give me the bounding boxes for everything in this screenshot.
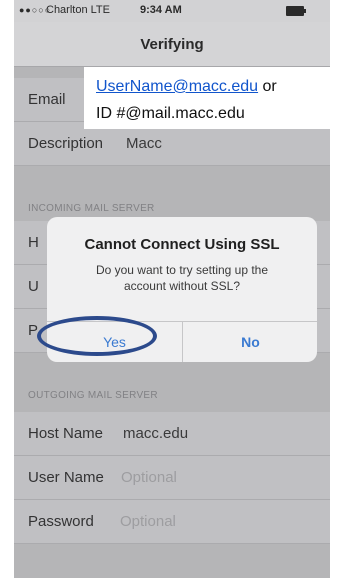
email-link[interactable]: UserName@macc.edu: [96, 78, 258, 95]
email-format-callout: UserName@macc.edu or ID #@mail.macc.edu: [84, 67, 332, 129]
yes-highlight-circle: [37, 316, 157, 356]
alert-title: Cannot Connect Using SSL: [84, 236, 280, 253]
callout-or-text: or: [258, 78, 277, 95]
battery-icon: [286, 6, 306, 16]
carrier-name: Charlton LTE: [46, 4, 110, 16]
no-button[interactable]: No: [183, 321, 317, 362]
clock: 9:34 AM: [140, 4, 182, 16]
status-bar: ●●○○○ Charlton LTE 9:34 AM: [14, 0, 330, 22]
callout-line-2: ID #@mail.macc.edu: [96, 105, 245, 122]
alert-message: Do you want to try setting up the accoun…: [95, 263, 269, 293]
navigation-bar: Verifying: [14, 22, 330, 67]
page-title: Verifying: [140, 36, 204, 53]
callout-line-1: UserName@macc.edu or: [96, 78, 277, 96]
